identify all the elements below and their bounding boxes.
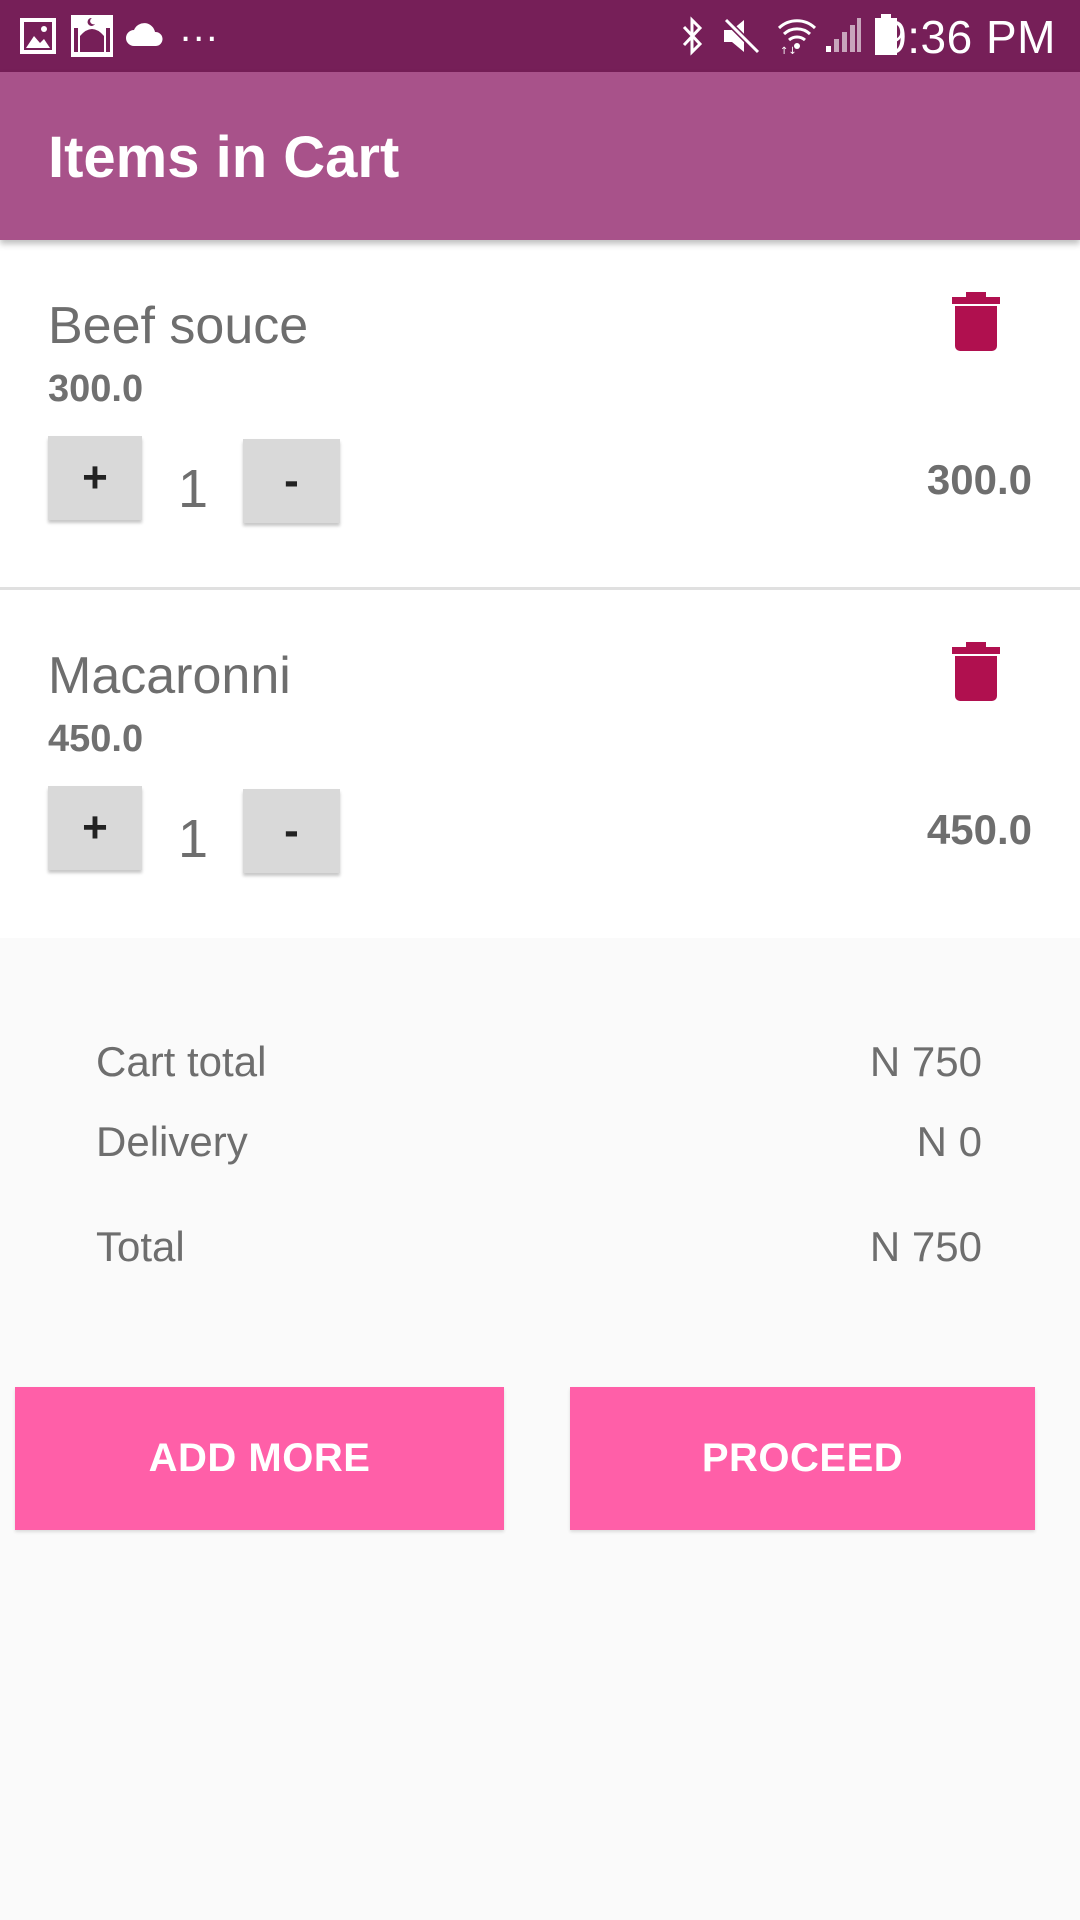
more-notifications-indicator: ... (180, 6, 220, 50)
status-bar: ... ↑↓ 9:36 PM (0, 0, 1080, 72)
app-bar: Items in Cart (0, 72, 1080, 240)
quantity-value: 1 (178, 809, 209, 869)
clock: 9:36 PM (881, 11, 1056, 63)
bluetooth-icon (682, 16, 703, 56)
cart-item: Macaronni 450.0 + 1 - 450.0 (0, 590, 1080, 938)
item-line-total: 450.0 (926, 806, 1032, 853)
mute-icon (723, 17, 761, 55)
delivery-label: Delivery (96, 1118, 248, 1165)
item-unit-price: 300.0 (48, 368, 144, 410)
grand-total-value: N 750 (869, 1223, 982, 1270)
decrease-quantity-button[interactable]: - (243, 789, 340, 873)
item-name: Beef souce (48, 297, 309, 355)
quantity-value: 1 (178, 459, 209, 519)
cart-total-label: Cart total (96, 1038, 267, 1085)
signal-icon (826, 18, 861, 52)
grand-total-label: Total (96, 1223, 185, 1270)
mosque-app-icon (71, 15, 113, 57)
item-unit-price: 450.0 (48, 718, 144, 760)
wifi-icon: ↑↓ (777, 19, 817, 56)
add-more-button[interactable]: ADD MORE (15, 1387, 504, 1530)
delivery-value: N 0 (916, 1118, 982, 1165)
cart-item: Beef souce 300.0 + 1 - 300.0 (0, 240, 1080, 590)
page-title: Items in Cart (48, 125, 400, 190)
delete-icon[interactable] (952, 292, 1000, 352)
proceed-button[interactable]: PROCEED (570, 1387, 1035, 1530)
image-icon (20, 18, 56, 54)
svg-text:↑↓: ↑↓ (780, 46, 797, 56)
cloud-icon (126, 23, 163, 46)
cart-total-value: N 750 (869, 1038, 982, 1085)
increase-quantity-button[interactable]: + (48, 786, 142, 870)
decrease-quantity-button[interactable]: - (243, 439, 340, 523)
increase-quantity-button[interactable]: + (48, 436, 142, 520)
cart-list: Beef souce 300.0 + 1 - 300.0 Macaronni 4… (0, 240, 1080, 938)
item-name: Macaronni (48, 647, 291, 705)
item-line-total: 300.0 (926, 456, 1032, 503)
delete-icon[interactable] (952, 642, 1000, 702)
